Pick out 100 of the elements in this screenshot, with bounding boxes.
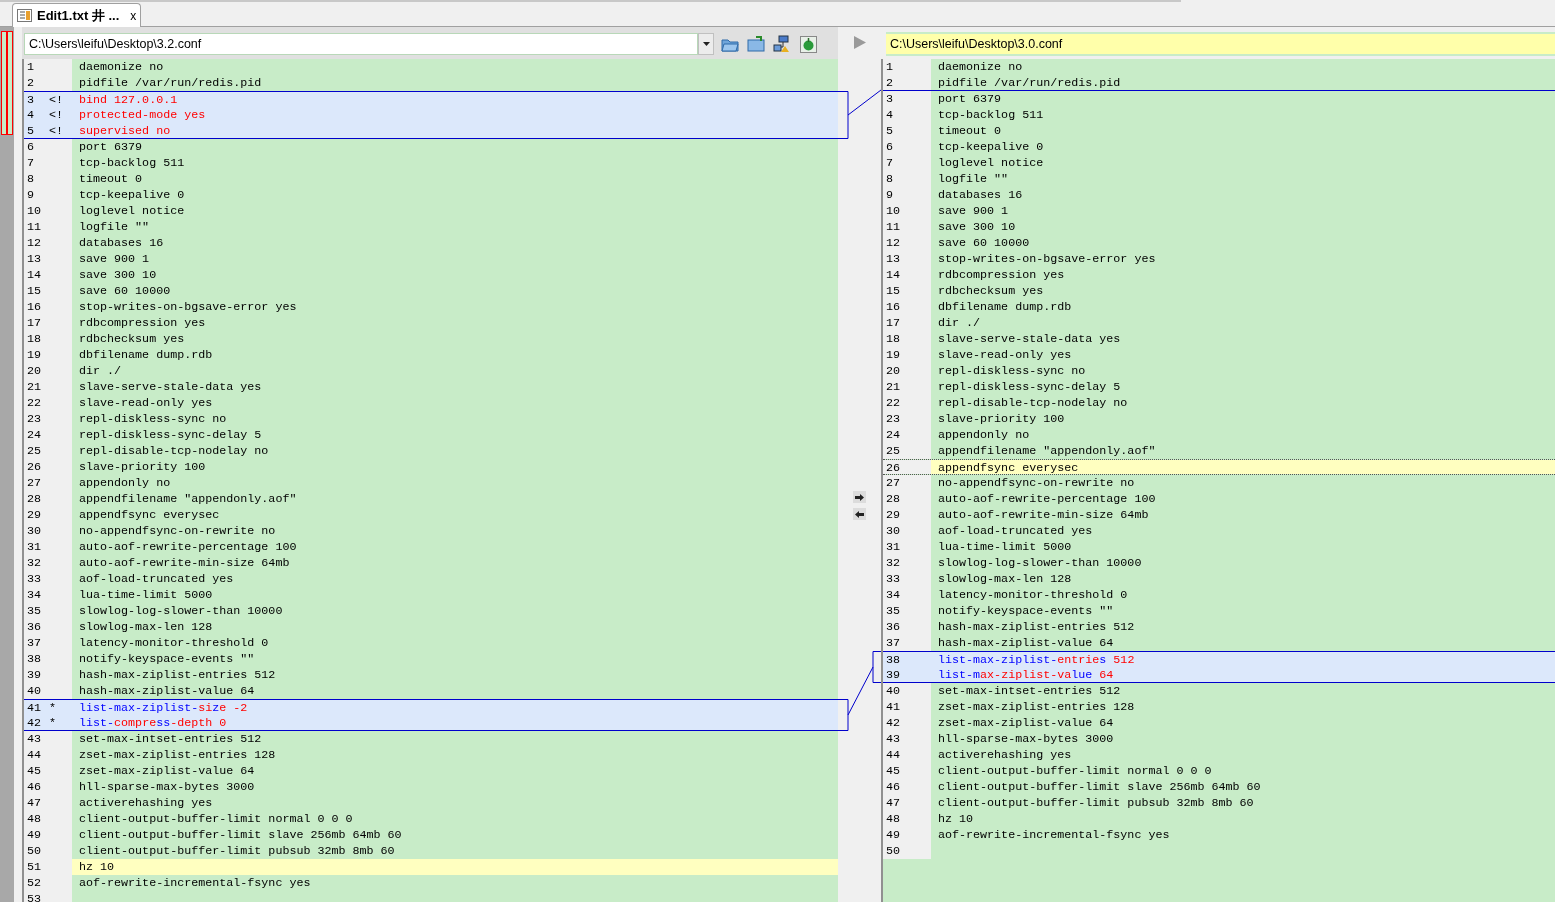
code-line: stop-writes-on-bgsave-error yes — [938, 252, 1156, 266]
line-number: 7 — [27, 155, 35, 171]
right-arrow-icon — [855, 493, 864, 501]
line-number: 39 — [27, 667, 43, 683]
line-number: 45 — [886, 763, 902, 779]
line-number: 3 — [886, 91, 894, 107]
code-line: appendonly no — [938, 428, 1030, 442]
line-number: 27 — [27, 475, 43, 491]
code-line: client-output-buffer-limit normal 0 0 0 — [938, 764, 1212, 778]
code-line: client-output-buffer-limit slave 256mb 64mb 60 — [938, 780, 1261, 794]
code-line: port 6379 — [938, 92, 1002, 106]
code-line: hz 10 — [79, 860, 115, 874]
line-number: 20 — [27, 363, 43, 379]
document-icon — [17, 9, 32, 22]
line-number: 22 — [886, 395, 902, 411]
line-number: 51 — [27, 859, 43, 875]
code-line: repl-disable-tcp-nodelay no — [79, 444, 269, 458]
play-icon — [853, 35, 866, 49]
code-line: hll-sparse-max-bytes 3000 — [79, 780, 255, 794]
code-line: repl-diskless-sync-delay 5 — [79, 428, 262, 442]
line-number: 8 — [27, 171, 35, 187]
code-line: set-max-intset-entries 512 — [938, 684, 1121, 698]
line-number: 28 — [27, 491, 43, 507]
line-number: 43 — [886, 731, 902, 747]
code-line: dbfilename dump.rdb — [79, 348, 213, 362]
path-field[interactable]: C:\Users\leifu\Desktop\3.0.conf — [886, 32, 1555, 56]
line-number: 1 — [27, 59, 35, 75]
line-number: 17 — [886, 315, 902, 331]
line-number: 9 — [27, 187, 35, 203]
code-line: slowlog-log-slower-than 10000 — [938, 556, 1142, 570]
close-button[interactable]: x — [130, 6, 137, 25]
diff-marker: * — [49, 700, 56, 715]
code-line: hash-max-ziplist-entries 512 — [79, 668, 276, 682]
line-number: 7 — [886, 155, 894, 171]
line-number: 19 — [886, 347, 902, 363]
network-icon[interactable] — [772, 34, 792, 54]
code-line: repl-diskless-sync-delay 5 — [938, 380, 1121, 394]
code-line: slave-serve-stale-data yes — [79, 380, 262, 394]
code-line: save 300 10 — [79, 268, 157, 282]
code-line: set-max-intset-entries 512 — [79, 732, 262, 746]
code-line: slave-priority 100 — [938, 412, 1065, 426]
line-number: 11 — [886, 219, 902, 235]
code-line: databases 16 — [79, 236, 164, 250]
code-line: aof-rewrite-incremental-fsync yes — [79, 876, 311, 890]
diff-marker: <! — [49, 123, 64, 138]
code-line: save 300 10 — [938, 220, 1016, 234]
code-line: tcp-backlog 511 — [79, 156, 185, 170]
code-line: list-compress-depth 0 — [79, 716, 227, 730]
code-line: appendfilename "appendonly.aof" — [938, 444, 1156, 458]
line-number: 25 — [886, 443, 902, 459]
code-line: aof-rewrite-incremental-fsync yes — [938, 828, 1170, 842]
line-number: 3 — [27, 92, 35, 107]
path-field[interactable]: C:\Users\leifu\Desktop\3.2.conf — [24, 33, 698, 55]
code-line: slave-serve-stale-data yes — [938, 332, 1121, 346]
line-number: 4 — [27, 107, 35, 123]
line-number: 46 — [886, 779, 902, 795]
line-number: 10 — [886, 203, 902, 219]
line-number: 9 — [886, 187, 894, 203]
line-number: 50 — [27, 843, 43, 859]
line-number: 49 — [27, 827, 43, 843]
copy-right-button[interactable] — [853, 491, 866, 503]
code-line: hz 10 — [938, 812, 974, 826]
code-line: lua-time-limit 5000 — [938, 540, 1072, 554]
code-line: tcp-keepalive 0 — [79, 188, 185, 202]
folder-arrow-icon[interactable] — [746, 34, 766, 54]
code-line: zset-max-ziplist-entries 128 — [79, 748, 276, 762]
code-line: slave-read-only yes — [79, 396, 213, 410]
line-number: 17 — [27, 315, 43, 331]
code-line: slave-priority 100 — [79, 460, 206, 474]
code-line: zset-max-ziplist-value 64 — [938, 716, 1114, 730]
line-number: 8 — [886, 171, 894, 187]
line-number: 36 — [27, 619, 43, 635]
code-line: rdbchecksum yes — [938, 284, 1044, 298]
copy-left-button[interactable] — [853, 508, 866, 520]
diff-marker: * — [49, 715, 56, 730]
dropdown-button[interactable] — [698, 33, 714, 55]
code-line: latency-monitor-threshold 0 — [79, 636, 269, 650]
line-number: 5 — [27, 123, 35, 138]
line-number: 6 — [886, 139, 894, 155]
code-line: notify-keyspace-events "" — [938, 604, 1114, 618]
line-number: 15 — [886, 283, 902, 299]
code-line: rdbchecksum yes — [79, 332, 185, 346]
code-line: logfile "" — [938, 172, 1009, 186]
line-number: 32 — [27, 555, 43, 571]
line-number: 42 — [27, 715, 43, 730]
tab-title: Edit1.txt 井 ... — [37, 6, 120, 25]
code-line: bind 127.0.0.1 — [79, 93, 178, 107]
file-tab[interactable]: Edit1.txt 井 ... x — [12, 3, 142, 27]
line-number: 40 — [27, 683, 43, 699]
diff-marker: <! — [49, 107, 64, 123]
line-number: 41 — [27, 700, 43, 715]
line-number: 2 — [886, 75, 894, 90]
code-line: list-max-ziplist-value 64 — [938, 668, 1114, 682]
code-line: slowlog-max-len 128 — [938, 572, 1072, 586]
code-line: auto-aof-rewrite-min-size 64mb — [79, 556, 290, 570]
code-line: repl-diskless-sync no — [938, 364, 1086, 378]
code-line: client-output-buffer-limit pubsub 32mb 8mb 60 — [938, 796, 1254, 810]
line-number: 38 — [27, 651, 43, 667]
diff-marker: <! — [49, 92, 64, 107]
line-number: 35 — [27, 603, 43, 619]
